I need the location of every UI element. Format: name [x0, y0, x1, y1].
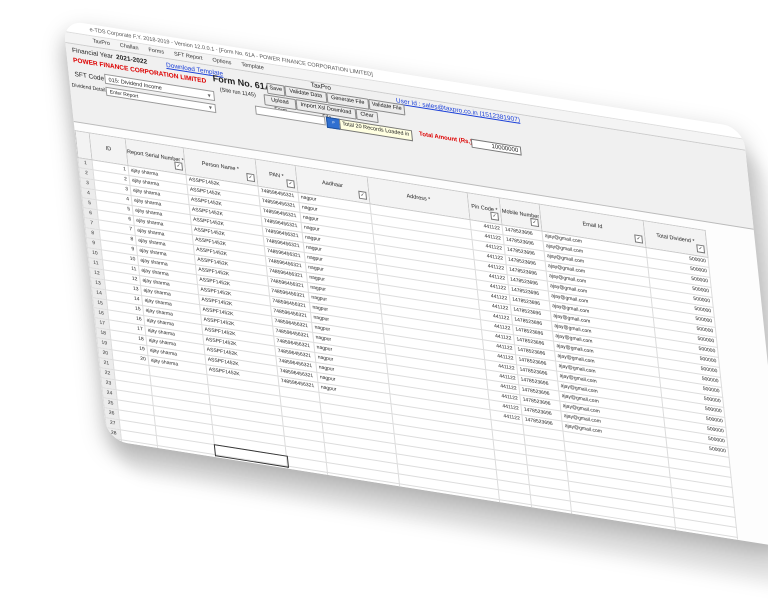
menu-template[interactable]: Template	[241, 62, 264, 72]
total-amount-field[interactable]: 10000000	[470, 138, 522, 156]
col-pin-code[interactable]: Pin Code * ✓	[467, 192, 502, 225]
menu-challan[interactable]: Challan	[120, 43, 139, 52]
checkbox[interactable]: ✓	[286, 179, 296, 189]
checkbox[interactable]: ✓	[530, 217, 540, 228]
checkbox[interactable]: ✓	[634, 234, 644, 244]
menu-options[interactable]: Options	[212, 57, 232, 66]
sft-code-label: SFT Code	[74, 70, 105, 83]
dividend-details-label: Dividend Details	[71, 82, 109, 95]
col-address-label: Address *	[406, 193, 431, 204]
menu-forms[interactable]: Forms	[148, 47, 164, 55]
chevron-down-icon: ▼	[206, 92, 212, 100]
col-pan-label: PAN *	[268, 171, 285, 180]
checkbox[interactable]: ✓	[174, 161, 184, 171]
clear-button[interactable]: Clear	[355, 108, 379, 124]
col-id-label: ID	[105, 145, 112, 153]
stage: e-TDS Corporate F.Y. 2018-2019 - Version…	[0, 0, 768, 600]
col-aadhaar-label: Aadhaar	[321, 179, 344, 190]
checkbox[interactable]: ✓	[696, 244, 706, 254]
checkbox[interactable]: ✓	[490, 211, 500, 221]
col-person-name-label: Person Name *	[201, 160, 240, 173]
search-icon: ⌕	[331, 119, 336, 127]
col-email-label: Email Id	[582, 221, 603, 231]
checkbox[interactable]: ✓	[246, 172, 256, 183]
dividend-details-value: Enter Report	[109, 89, 139, 100]
checkbox[interactable]: ✓	[358, 190, 368, 200]
col-total-dividend-label: Total Dividend *	[656, 232, 695, 245]
total-amount-label: Total Amount (Rs.)	[418, 131, 473, 146]
menu-taxpro[interactable]: TaxPro	[92, 38, 110, 47]
chevron-down-icon: ▼	[207, 104, 214, 112]
